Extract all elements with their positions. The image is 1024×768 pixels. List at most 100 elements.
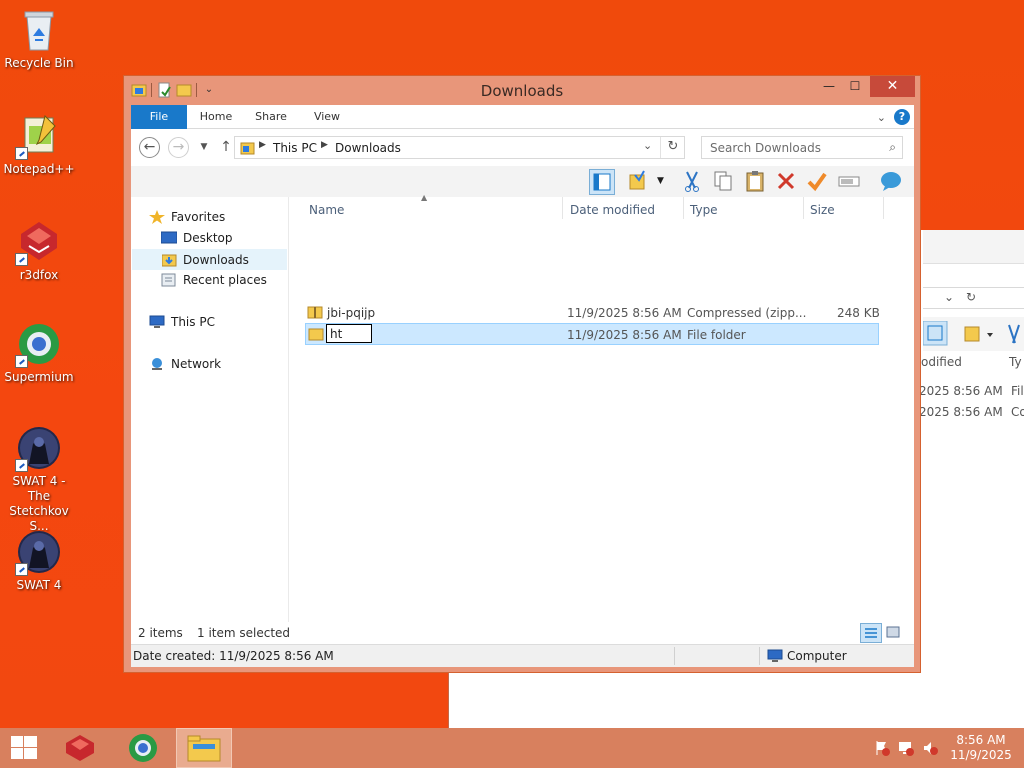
column-date-modified[interactable]: Date modified (570, 203, 655, 217)
location-text: Computer (787, 649, 847, 663)
search-input[interactable]: Search Downloads (710, 141, 821, 155)
breadcrumb-this-pc[interactable]: This PC (273, 141, 317, 155)
table-row[interactable]: jbi-pqijp 11/9/2025 8:56 AM Compressed (… (305, 302, 880, 324)
maximize-button[interactable]: ☐ (842, 76, 868, 97)
file-date: 11/9/2025 8:56 AM (567, 328, 682, 342)
rename-field-icon[interactable] (837, 169, 863, 195)
taskbar-r3dfox[interactable] (54, 728, 110, 768)
clock[interactable]: 8:56 AM 11/9/2025 (946, 733, 1016, 763)
bg-window-address-bar[interactable]: ⌄ ↻ (923, 287, 1024, 309)
chevron-down-icon[interactable]: ⌄ (944, 290, 954, 304)
back-button[interactable]: ← (139, 137, 160, 158)
swat4-icon (15, 424, 63, 472)
search-box[interactable]: Search Downloads ⌕ (701, 136, 903, 159)
desktop-icon (160, 231, 178, 245)
breadcrumb-downloads[interactable]: Downloads (335, 141, 401, 155)
navigation-bar: ← → ▼ ↑ ▶ This PC ▶ Downloads ⌄ ↻ Search… (131, 129, 914, 166)
paste-icon[interactable] (743, 169, 769, 195)
network-status-icon[interactable] (898, 740, 914, 756)
shortcut-arrow-icon (15, 459, 28, 472)
r3dfox-icon (15, 218, 63, 266)
explorer-window[interactable]: ⌄ Downloads — ☐ ✕ File Home Share View ⌄… (123, 75, 921, 673)
delete-icon[interactable] (774, 169, 800, 195)
tab-home[interactable]: Home (189, 105, 243, 129)
desktop-icon-recycle-bin[interactable]: Recycle Bin (0, 6, 78, 71)
folder-icon (308, 326, 324, 345)
start-button[interactable] (0, 728, 56, 768)
volume-muted-icon[interactable] (922, 740, 938, 756)
folder-options-dropdown-icon[interactable]: ▼ (657, 169, 669, 195)
shortcut-arrow-icon (15, 355, 28, 368)
nav-this-pc[interactable]: This PC (149, 312, 279, 333)
content-area: Favorites Desktop Downloads Recent place… (131, 193, 914, 622)
file-list: ▲ Name Date modified Type Size jbi-pqijp… (303, 193, 903, 622)
taskbar-file-explorer[interactable] (176, 728, 232, 768)
file-explorer-icon (187, 735, 221, 762)
desktop-icon-swat4-stetchkov[interactable]: SWAT 4 - The Stetchkov S... (0, 424, 78, 534)
tab-file[interactable]: File (131, 105, 187, 129)
this-pc-icon (240, 140, 256, 159)
notepadpp-label: Notepad++ (3, 162, 75, 176)
table-row-selected[interactable]: ht 11/9/2025 8:56 AM File folder (305, 323, 879, 345)
chat-bubble-icon[interactable] (879, 169, 905, 195)
tab-share[interactable]: Share (243, 105, 299, 129)
address-dropdown-icon[interactable]: ⌄ (643, 139, 652, 152)
column-type[interactable]: Type (690, 203, 718, 217)
file-type: File folder (687, 328, 746, 342)
bg-row-modified: 2025 8:56 AM (919, 384, 1003, 398)
ribbon-tab-bar: File Home Share View ⌄ ? (131, 105, 914, 129)
nav-favorites[interactable]: Favorites (149, 207, 279, 228)
close-button[interactable]: ✕ (870, 76, 915, 97)
nav-network[interactable]: Network (149, 354, 279, 375)
nav-desktop[interactable]: Desktop (160, 228, 279, 249)
cut-icon[interactable] (680, 169, 706, 195)
nav-recent-places[interactable]: Recent places (161, 270, 281, 291)
folder-options-icon[interactable] (627, 169, 649, 195)
refresh-button[interactable]: ↻ (660, 137, 685, 158)
file-name: jbi-pqijp (327, 306, 376, 320)
breadcrumb-arrow-icon[interactable]: ▶ (259, 140, 266, 150)
preview-pane-button[interactable] (589, 169, 615, 195)
date-created-text: Date created: 11/9/2025 8:56 AM (133, 649, 334, 663)
help-icon[interactable]: ? (894, 109, 910, 125)
clock-time: 8:56 AM (956, 733, 1006, 747)
column-divider[interactable] (683, 197, 684, 219)
r3dfox-icon (66, 735, 94, 761)
desktop-icon-notepadpp[interactable]: Notepad++ (0, 112, 78, 177)
tab-view[interactable]: View (299, 105, 355, 129)
address-bar[interactable]: ▶ This PC ▶ Downloads ⌄ ↻ (234, 136, 685, 159)
downloads-folder-icon (161, 253, 178, 267)
minimize-button[interactable]: — (816, 76, 842, 97)
column-divider[interactable] (803, 197, 804, 219)
copy-icon[interactable] (711, 169, 737, 195)
recycle-bin-icon (15, 6, 63, 54)
desktop-icon-swat4[interactable]: SWAT 4 (0, 528, 78, 593)
rename-input[interactable]: ht (326, 324, 372, 343)
recent-locations-button[interactable]: ▼ (193, 137, 215, 159)
desktop-icon-supermium[interactable]: Supermium (0, 320, 78, 385)
supermium-label: Supermium (4, 370, 74, 384)
forward-button[interactable]: → (168, 137, 189, 158)
title-bar[interactable]: ⌄ Downloads — ☐ ✕ (124, 76, 920, 105)
nav-downloads[interactable]: Downloads (132, 249, 287, 270)
column-name[interactable]: Name (309, 203, 344, 217)
column-divider[interactable] (562, 197, 563, 219)
recycle-bin-label: Recycle Bin (4, 56, 74, 70)
windows-logo-icon (11, 736, 37, 759)
taskbar: 8:56 AM 11/9/2025 (0, 728, 1024, 768)
large-icons-view-button[interactable] (883, 623, 905, 643)
rename-checkmark-icon[interactable] (805, 169, 831, 195)
column-size[interactable]: Size (810, 203, 835, 217)
bg-toolbar-icons (923, 321, 1020, 346)
details-view-button[interactable] (860, 623, 882, 643)
search-icon[interactable]: ⌕ (889, 140, 896, 155)
column-divider[interactable] (883, 197, 884, 219)
action-center-flag-icon[interactable] (874, 740, 890, 756)
file-size: 248 KB (837, 306, 880, 320)
desktop-icon-r3dfox[interactable]: r3dfox (0, 218, 78, 283)
refresh-icon[interactable]: ↻ (966, 290, 976, 304)
expand-ribbon-icon[interactable]: ⌄ (877, 111, 886, 124)
taskbar-supermium[interactable] (116, 728, 172, 768)
breadcrumb-arrow-icon[interactable]: ▶ (321, 140, 328, 150)
computer-icon (767, 648, 783, 667)
